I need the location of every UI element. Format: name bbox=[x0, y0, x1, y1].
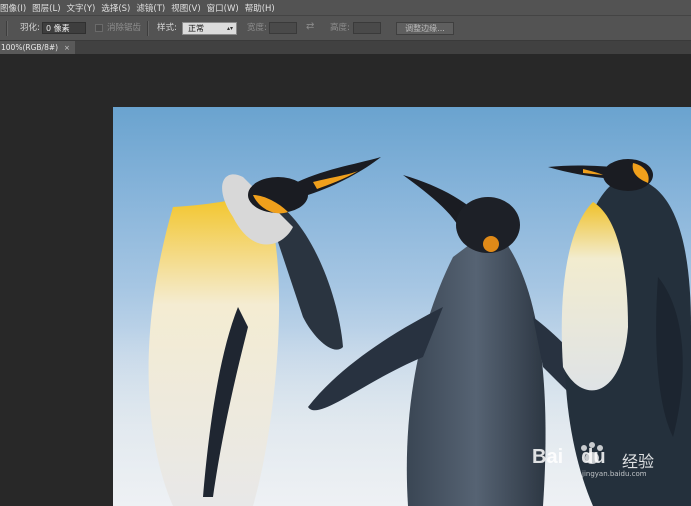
style-select-value: 正常 bbox=[188, 24, 204, 33]
menu-select[interactable]: 选择(S) bbox=[101, 2, 136, 14]
refine-edge-button[interactable]: 调整边缘... bbox=[396, 22, 454, 35]
menu-help[interactable]: 帮助(H) bbox=[245, 2, 281, 14]
feather-input[interactable]: 0 像素 bbox=[42, 22, 86, 34]
document-tab[interactable]: 100%(RGB/8#) × bbox=[0, 41, 75, 54]
height-label: 高度: bbox=[330, 23, 350, 33]
swap-arrows-icon[interactable]: ⇄ bbox=[306, 21, 314, 32]
menu-layer[interactable]: 图层(L) bbox=[32, 2, 66, 14]
document-tab-label: 100%(RGB/8#) bbox=[1, 43, 59, 52]
menu-window[interactable]: 窗口(W) bbox=[207, 2, 245, 14]
document-tab-bar: 100%(RGB/8#) × bbox=[0, 41, 691, 54]
style-label: 样式: bbox=[157, 23, 177, 33]
style-select[interactable]: 正常 ▴▾ bbox=[182, 22, 237, 35]
options-divider bbox=[147, 21, 149, 36]
menu-bar: 图像(I) 图层(L) 文字(Y) 选择(S) 滤镜(T) 视图(V) 窗口(W… bbox=[0, 0, 691, 15]
width-input[interactable] bbox=[269, 22, 297, 34]
close-icon[interactable]: × bbox=[64, 44, 70, 52]
menu-view[interactable]: 视图(V) bbox=[171, 2, 206, 14]
canvas-image[interactable] bbox=[113, 107, 691, 506]
feather-label: 羽化: bbox=[20, 23, 40, 33]
antialias-checkbox[interactable] bbox=[95, 24, 103, 32]
menu-image[interactable]: 图像(I) bbox=[0, 2, 32, 14]
updown-arrow-icon: ▴▾ bbox=[226, 25, 233, 32]
options-divider bbox=[6, 21, 8, 36]
width-label: 宽度: bbox=[247, 23, 267, 33]
options-bar: 羽化: 0 像素 消除锯齿 样式: 正常 ▴▾ 宽度: ⇄ 高度: 调整边缘..… bbox=[0, 15, 691, 41]
penguins-photo bbox=[113, 157, 691, 506]
menu-filter[interactable]: 滤镜(T) bbox=[136, 2, 171, 14]
height-input[interactable] bbox=[353, 22, 381, 34]
antialias-label: 消除锯齿 bbox=[107, 23, 142, 33]
menu-type[interactable]: 文字(Y) bbox=[67, 2, 102, 14]
